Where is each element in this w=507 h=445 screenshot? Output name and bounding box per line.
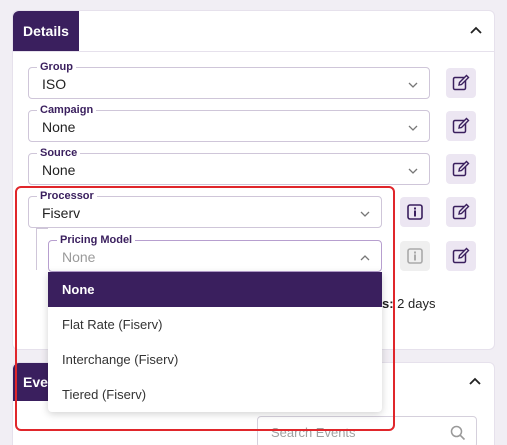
pricing-model-info-button[interactable]	[400, 241, 430, 271]
details-tab[interactable]: Details	[13, 11, 79, 51]
processor-select[interactable]: Processor Fiserv	[28, 189, 382, 228]
header-divider	[13, 51, 494, 52]
dropdown-option-tiered[interactable]: Tiered (Fiserv)	[48, 377, 382, 412]
duration-text: s: 2 days	[382, 296, 435, 311]
chevron-down-icon	[407, 164, 419, 176]
search-placeholder: Search Events	[271, 425, 356, 440]
edit-campaign-button[interactable]	[446, 111, 476, 141]
chevron-down-icon	[407, 121, 419, 133]
campaign-select[interactable]: Campaign None	[28, 103, 430, 142]
edit-source-button[interactable]	[446, 154, 476, 184]
search-icon	[450, 425, 466, 445]
processor-label: Processor	[37, 189, 97, 203]
processor-value: Fiserv	[42, 205, 81, 221]
source-select[interactable]: Source None	[28, 146, 430, 185]
pricing-model-select[interactable]: Pricing Model None	[48, 233, 382, 272]
edit-pricing-model-button[interactable]	[446, 241, 476, 271]
chevron-up-icon	[359, 251, 371, 263]
edit-group-button[interactable]	[446, 68, 476, 98]
duration-value: 2 days	[393, 296, 436, 311]
search-events-input[interactable]: Search Events	[257, 416, 477, 445]
edit-icon	[452, 117, 470, 134]
tree-connector	[36, 228, 48, 270]
chevron-down-icon	[359, 207, 371, 219]
processor-info-button[interactable]	[400, 197, 430, 227]
dropdown-option-interchange[interactable]: Interchange (Fiserv)	[48, 342, 382, 377]
info-icon	[407, 248, 423, 264]
chevron-down-icon	[407, 78, 419, 90]
source-label: Source	[37, 146, 81, 160]
group-label: Group	[37, 60, 76, 74]
campaign-label: Campaign	[37, 103, 97, 117]
dropdown-option-flat-rate[interactable]: Flat Rate (Fiserv)	[48, 307, 382, 342]
edit-icon	[452, 247, 470, 264]
pricing-model-label: Pricing Model	[57, 233, 136, 247]
campaign-value: None	[42, 119, 76, 135]
events-tab[interactable]: Events	[13, 363, 49, 401]
edit-processor-button[interactable]	[446, 197, 476, 227]
duration-label-tail: s:	[382, 296, 394, 311]
edit-icon	[452, 74, 470, 91]
dropdown-option-none[interactable]: None	[48, 272, 382, 307]
pricing-model-value: None	[62, 249, 96, 265]
source-value: None	[42, 162, 76, 178]
group-select[interactable]: Group ISO	[28, 60, 430, 99]
edit-icon	[452, 203, 470, 220]
pricing-model-dropdown: None Flat Rate (Fiserv) Interchange (Fis…	[48, 272, 382, 412]
collapse-details-icon[interactable]	[469, 24, 483, 38]
edit-icon	[452, 160, 470, 177]
group-value: ISO	[42, 76, 67, 92]
collapse-events-icon[interactable]	[468, 375, 482, 389]
info-icon	[407, 204, 423, 220]
